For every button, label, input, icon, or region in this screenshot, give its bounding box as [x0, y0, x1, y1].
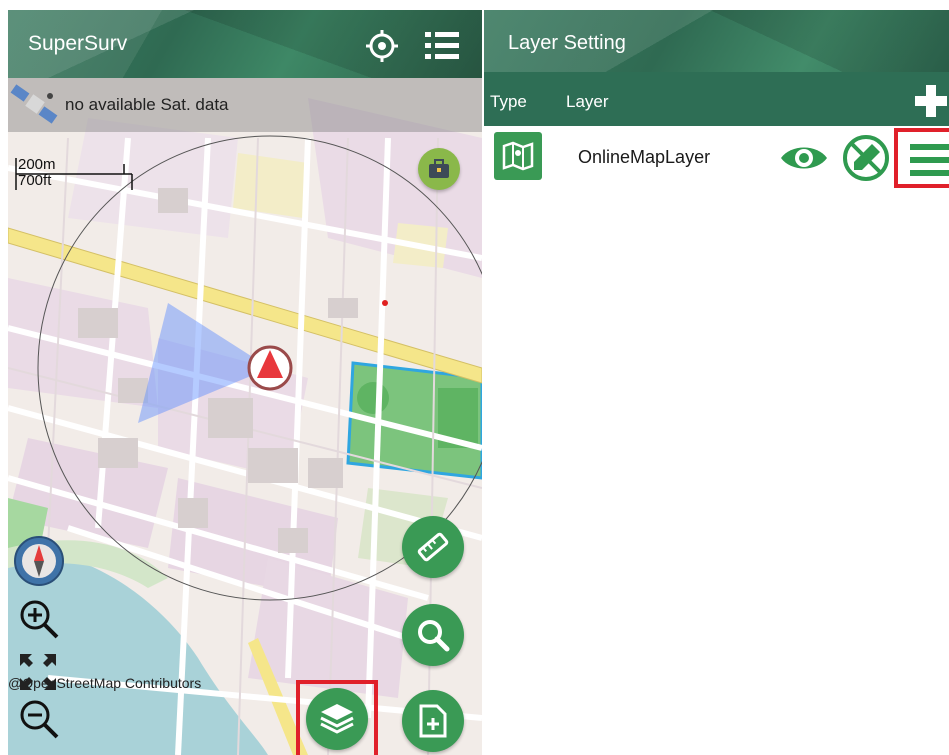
add-layer-icon[interactable] [914, 84, 948, 118]
edit-disabled-icon[interactable] [840, 132, 892, 184]
layer-setting-header: Layer Setting [484, 10, 949, 72]
search-icon [418, 620, 450, 652]
measure-button[interactable] [402, 516, 464, 578]
add-document-icon [419, 704, 447, 738]
column-layer-label: Layer [566, 92, 609, 111]
toolbox-icon [429, 159, 449, 178]
compass-icon[interactable] [12, 534, 66, 588]
satellite-icon [10, 82, 60, 128]
map-layer-icon [494, 132, 542, 180]
map-screen: SuperSurv no available Sat. data 200m 70… [8, 10, 482, 755]
ruler-icon [417, 532, 449, 562]
layer-setting-screen: Layer Setting Type Layer OnlineMapLayer [484, 10, 949, 755]
menu-list-icon[interactable] [422, 26, 462, 66]
layer-menu-highlight [894, 128, 949, 188]
layers-button-highlight [296, 680, 378, 755]
layer-setting-title: Layer Setting [508, 32, 626, 54]
toolbox-button[interactable] [418, 148, 460, 190]
layer-name: OnlineMapLayer [578, 147, 711, 167]
scale-imperial-label: 700ft [18, 172, 52, 189]
map-attribution: @OpenStreetMap Contributors [8, 675, 202, 691]
scale-metric-label: 200m [18, 156, 56, 173]
add-document-button[interactable] [402, 690, 464, 752]
app-title: SuperSurv [28, 32, 128, 55]
zoom-in-icon[interactable] [16, 596, 62, 642]
zoom-out-icon[interactable] [16, 696, 62, 742]
visibility-eye-icon[interactable] [778, 138, 830, 178]
locate-crosshair-icon[interactable] [362, 26, 402, 66]
sat-status-text: no available Sat. data [65, 95, 229, 114]
layer-table-header [484, 72, 949, 126]
column-type-label: Type [490, 92, 527, 111]
search-button[interactable] [402, 604, 464, 666]
app-header: SuperSurv [8, 10, 482, 78]
